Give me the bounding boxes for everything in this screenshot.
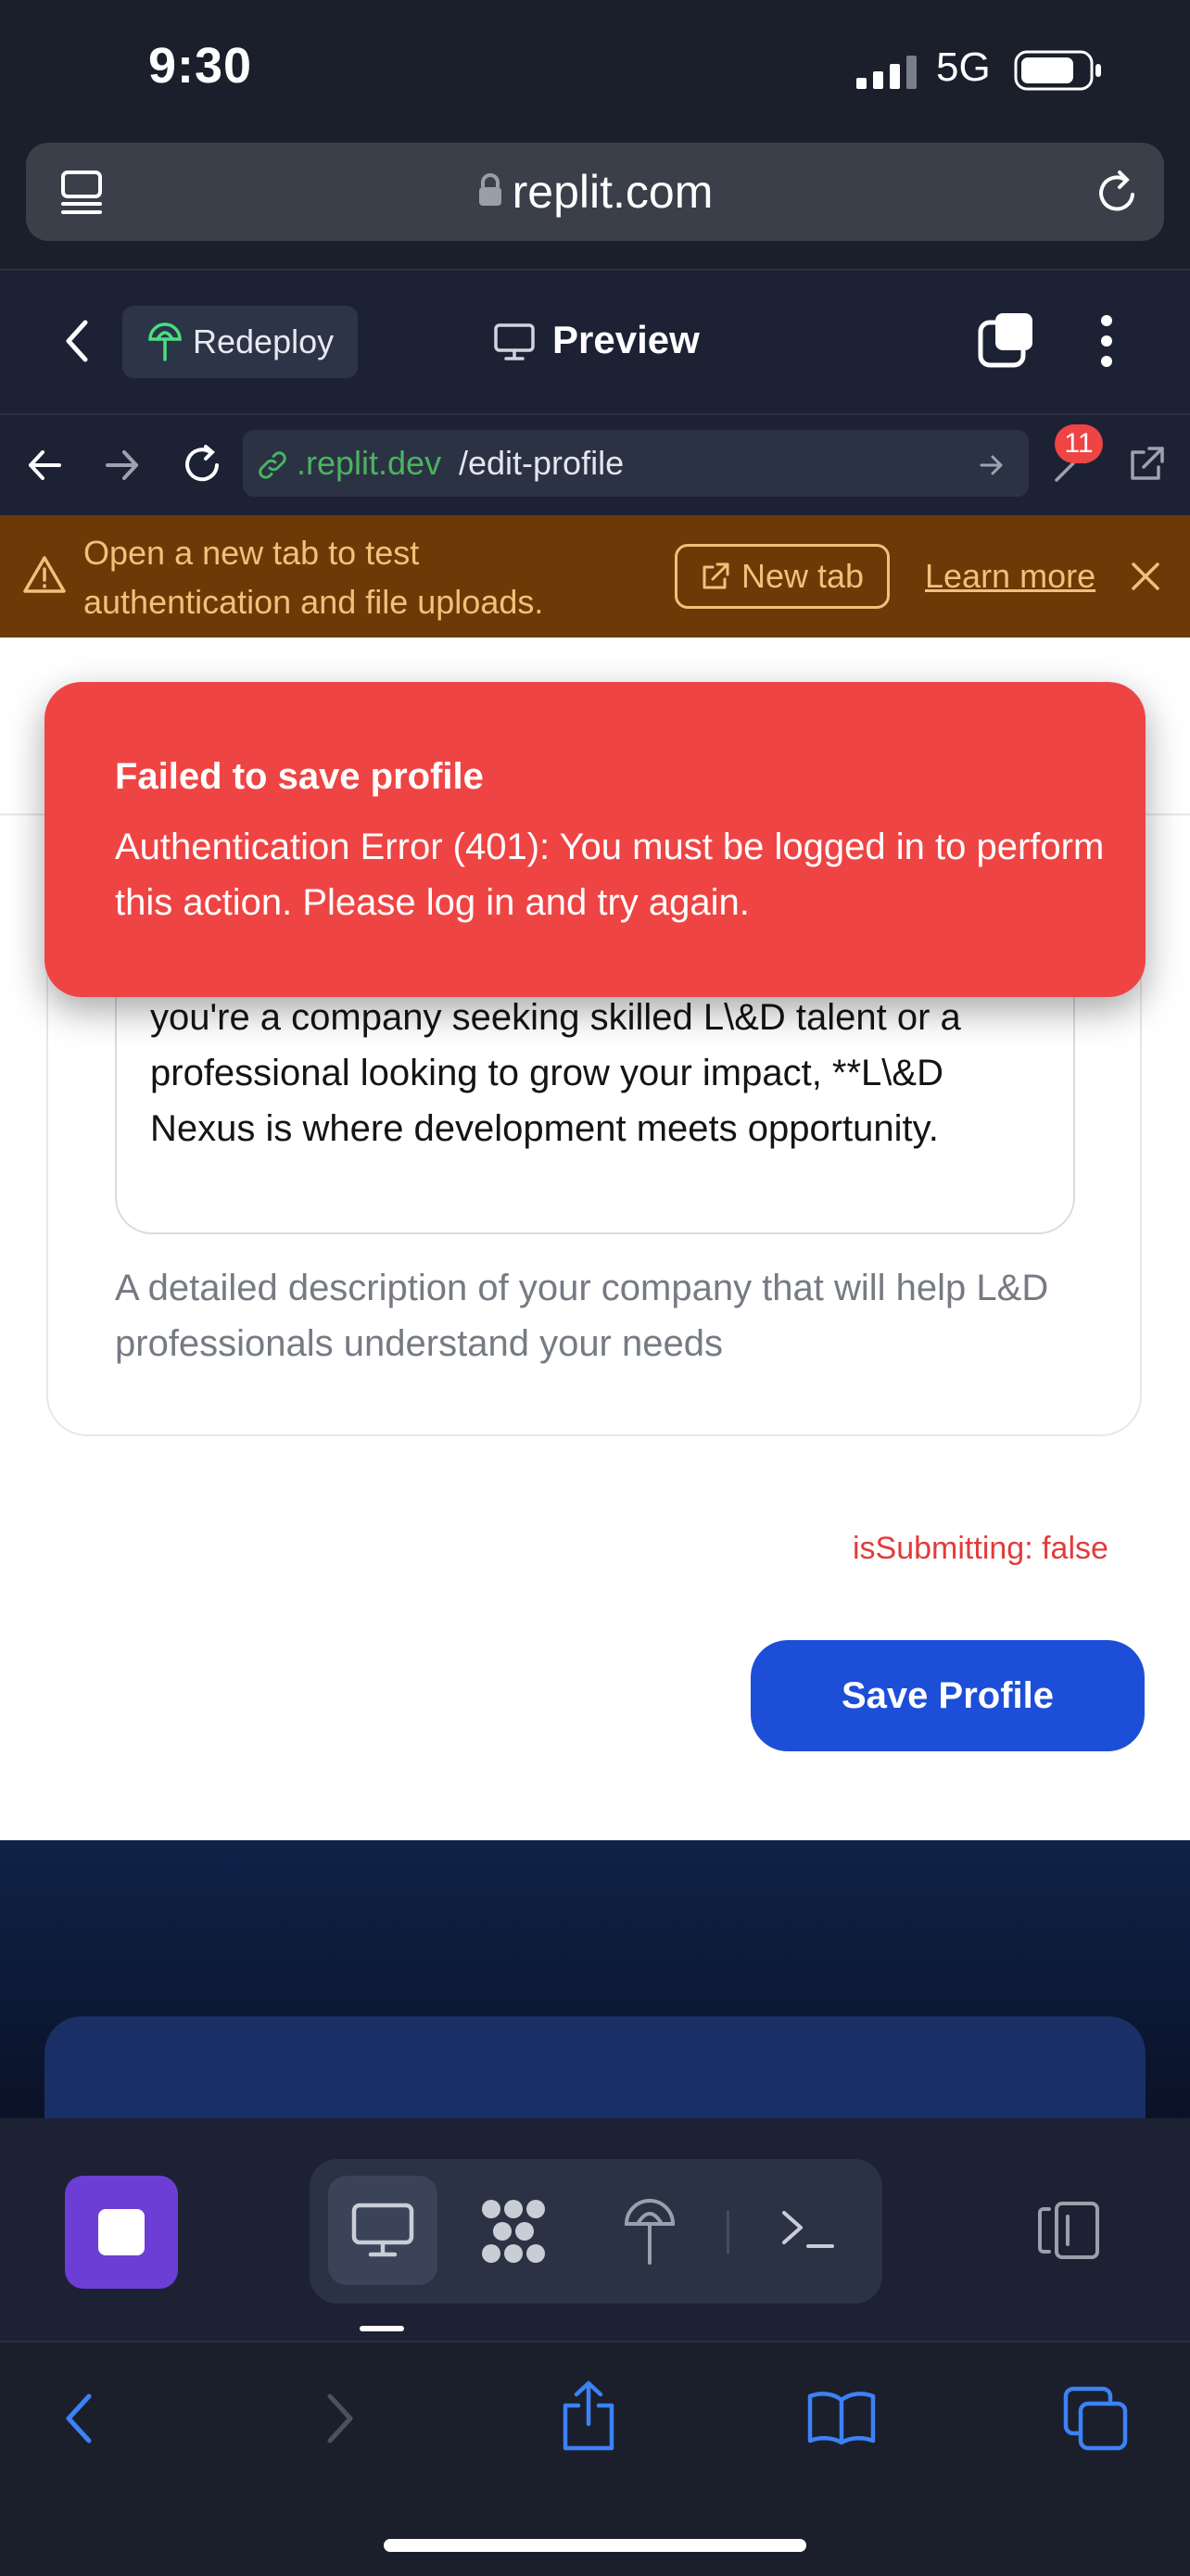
safari-url-bar[interactable]: replit.com [26, 143, 1164, 241]
signal-icon [856, 56, 921, 89]
workflows-icon[interactable] [478, 2196, 549, 2267]
status-time: 9:30 [148, 38, 253, 94]
warning-triangle-icon [22, 554, 67, 595]
terminal-icon[interactable] [780, 2207, 836, 2254]
battery-icon [1014, 50, 1103, 91]
deploy-icon [146, 322, 184, 361]
preview-tab-label[interactable]: Preview [552, 318, 700, 362]
forward-arrow-icon[interactable] [104, 447, 141, 484]
refresh-icon[interactable] [180, 443, 224, 487]
more-vertical-icon[interactable] [1097, 313, 1116, 369]
description-helper-text: A detailed description of your company t… [115, 1268, 1049, 1364]
deploy-icon[interactable] [623, 2196, 677, 2267]
description-value: you're a company seeking skilled L\&D ta… [150, 997, 961, 1149]
bookmarks-icon[interactable] [806, 2389, 877, 2446]
redeploy-label: Redeploy [193, 322, 335, 360]
notification-badge: 11 [1055, 424, 1103, 463]
home-indicator [384, 2539, 806, 2552]
link-icon [256, 448, 289, 482]
toast-message: Authentication Error (401): You must be … [115, 827, 1105, 923]
stop-square-icon [98, 2209, 145, 2255]
active-tab-indicator [360, 2326, 404, 2331]
warning-text: Open a new tab to test authentication an… [83, 528, 543, 626]
url-label: replit.com [512, 166, 714, 218]
lock-icon [477, 172, 503, 208]
forward-chevron-icon[interactable] [321, 2391, 358, 2446]
toolbar-divider [727, 2211, 729, 2254]
back-chevron-icon[interactable] [61, 2391, 98, 2446]
save-profile-button[interactable]: Save Profile [751, 1640, 1145, 1751]
url-text[interactable]: replit.com [26, 143, 1164, 241]
monitor-icon [350, 2202, 415, 2259]
split-panel-icon[interactable] [1034, 2200, 1101, 2261]
learn-more-link[interactable]: Learn more [925, 557, 1095, 596]
monitor-icon [493, 322, 536, 361]
submitting-debug-text: isSubmitting: false [853, 1531, 1108, 1566]
toast-title: Failed to save profile [115, 756, 484, 797]
new-tab-label: New tab [741, 557, 865, 595]
go-arrow-icon[interactable] [979, 452, 1005, 478]
address-path: /edit-profile [459, 444, 625, 482]
external-link-icon [699, 562, 730, 593]
close-icon[interactable] [1129, 560, 1162, 593]
reload-icon[interactable] [1094, 169, 1142, 217]
external-link-icon[interactable] [1125, 445, 1166, 486]
network-type: 5G [936, 44, 991, 90]
warning-line-1: Open a new tab to test [83, 534, 420, 572]
back-chevron-icon[interactable] [59, 317, 96, 365]
back-arrow-icon[interactable] [26, 447, 63, 484]
windows-icon[interactable] [977, 309, 1038, 371]
tabs-icon[interactable] [1062, 2385, 1129, 2452]
address-domain: .replit.dev [297, 444, 442, 482]
share-icon[interactable] [558, 2380, 619, 2454]
warning-line-2: authentication and file uploads. [83, 583, 544, 621]
